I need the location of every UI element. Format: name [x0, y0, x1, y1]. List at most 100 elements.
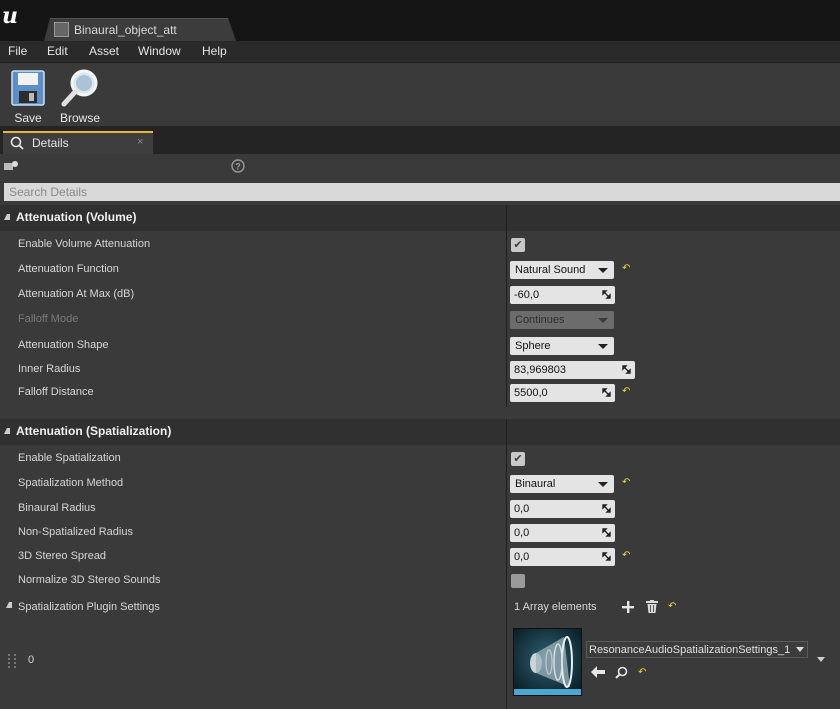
- row-3d-stereo-spread: 3D Stereo Spread 0,0 ↶: [0, 545, 840, 569]
- help-icon[interactable]: ?: [231, 159, 245, 173]
- reset-to-default-icon[interactable]: ↶: [622, 478, 630, 488]
- attenuation-shape-dropdown[interactable]: Sphere: [510, 337, 614, 355]
- drag-handle-icon[interactable]: [8, 654, 16, 668]
- add-element-icon[interactable]: [622, 601, 634, 613]
- category-collapse-icon: [4, 214, 10, 220]
- stereo-spread-field[interactable]: 0,0: [510, 548, 615, 566]
- field-value: 5500,0: [514, 387, 548, 399]
- binaural-radius-field[interactable]: 0,0: [510, 500, 615, 518]
- browse-magnifier-icon: [61, 69, 98, 107]
- category-title: Attenuation (Volume): [16, 210, 137, 224]
- drag-spin-icon[interactable]: [602, 504, 611, 513]
- menu-file[interactable]: File: [8, 44, 27, 58]
- enable-spatialization-checkbox[interactable]: ✔: [511, 452, 525, 466]
- row-attenuation-shape: Attenuation Shape Sphere: [0, 334, 840, 358]
- save-label: Save: [14, 111, 42, 125]
- inner-radius-field[interactable]: 83,969803: [510, 361, 635, 379]
- reset-to-default-icon[interactable]: ↶: [622, 551, 630, 561]
- spatialization-method-dropdown[interactable]: Binaural: [510, 475, 614, 493]
- dropdown-value: Binaural: [515, 478, 556, 490]
- property-label: Falloff Distance: [18, 386, 94, 398]
- array-count: 1 Array elements: [514, 601, 597, 613]
- drag-spin-icon[interactable]: [602, 388, 611, 397]
- menu-edit[interactable]: Edit: [47, 44, 68, 58]
- field-value: -60,0: [514, 289, 540, 301]
- property-label: Spatialization Method: [18, 477, 124, 489]
- browse-button[interactable]: Browse: [57, 67, 103, 125]
- menu-help[interactable]: Help: [202, 44, 227, 58]
- asset-picker-dropdown[interactable]: ResonanceAudioSpatializationSettings_1: [586, 641, 808, 658]
- sound-attenuation-icon: [54, 22, 69, 37]
- details-tab[interactable]: Details ×: [3, 131, 153, 154]
- reset-to-default-icon[interactable]: ↶: [638, 668, 646, 678]
- browse-to-asset-icon[interactable]: [615, 666, 628, 679]
- search-details-input[interactable]: Search Details: [4, 183, 840, 201]
- category-attenuation-spatialization[interactable]: Attenuation (Spatialization): [0, 419, 840, 445]
- field-value: 83,969803: [514, 364, 566, 376]
- enable-volume-attenuation-checkbox[interactable]: ✔: [511, 238, 525, 252]
- attenuation-function-dropdown[interactable]: Natural Sound: [510, 261, 614, 279]
- search-placeholder: Search Details: [9, 185, 88, 199]
- toolbar: Save Browse: [0, 62, 840, 127]
- property-matrix-icon[interactable]: [3, 159, 19, 173]
- dropdown-value: Continues: [515, 314, 565, 326]
- field-value: 0,0: [514, 503, 530, 515]
- trash-icon[interactable]: [646, 600, 658, 613]
- asset-tab[interactable]: Binaural_object_att: [44, 18, 236, 41]
- property-label: Spatialization Plugin Settings: [18, 601, 160, 613]
- property-label: Non-Spatialized Radius: [18, 526, 133, 538]
- row-falloff-distance: Falloff Distance 5500,0 ↶: [0, 381, 840, 405]
- row-attenuation-at-max: Attenuation At Max (dB) -60,0: [0, 283, 840, 307]
- row-enable-volume-attenuation: Enable Volume Attenuation ✔: [0, 233, 840, 257]
- browse-label: Browse: [59, 111, 100, 125]
- drag-spin-icon[interactable]: [602, 552, 611, 561]
- reset-to-default-icon[interactable]: ↶: [622, 387, 630, 397]
- reset-to-default-icon[interactable]: ↶: [622, 264, 630, 274]
- save-button[interactable]: Save: [5, 67, 51, 125]
- row-falloff-mode: Falloff Mode Continues: [0, 308, 840, 332]
- reset-to-default-icon[interactable]: ↶: [668, 602, 676, 612]
- title-bar: u Binaural_object_att: [0, 0, 840, 41]
- array-expand-icon[interactable]: [6, 602, 12, 608]
- chevron-down-icon: [598, 268, 608, 273]
- category-collapse-icon: [4, 428, 10, 434]
- chevron-down-icon[interactable]: [796, 647, 804, 652]
- row-non-spatialized-radius: Non-Spatialized Radius 0,0: [0, 521, 840, 545]
- unreal-logo-icon: u: [2, 3, 18, 29]
- normalize-3d-stereo-checkbox[interactable]: [511, 574, 525, 588]
- use-selected-arrow-icon[interactable]: [591, 666, 605, 678]
- row-inner-radius: Inner Radius 83,969803: [0, 358, 840, 382]
- asset-thumbnail[interactable]: [513, 628, 582, 696]
- category-title: Attenuation (Spatialization): [16, 424, 172, 438]
- drag-spin-icon[interactable]: [602, 290, 611, 299]
- attenuation-at-max-field[interactable]: -60,0: [510, 286, 615, 304]
- field-value: 0,0: [514, 551, 530, 563]
- property-label: Normalize 3D Stereo Sounds: [18, 574, 161, 586]
- array-element-row: 0: [0, 620, 840, 709]
- speaker-cone-icon: [514, 629, 581, 695]
- drag-spin-icon[interactable]: [602, 528, 611, 537]
- property-label: Attenuation Function: [18, 263, 119, 275]
- property-label: Falloff Mode: [18, 313, 79, 325]
- array-element-index: 0: [28, 654, 35, 666]
- property-label: Attenuation At Max (dB): [18, 288, 135, 300]
- row-spatialization-plugin-settings: Spatialization Plugin Settings 1 Array e…: [0, 594, 840, 620]
- drag-spin-icon[interactable]: [622, 365, 631, 374]
- details-tab-close-icon[interactable]: ×: [137, 136, 143, 148]
- row-attenuation-function: Attenuation Function Natural Sound ↶: [0, 258, 840, 282]
- menu-window[interactable]: Window: [138, 44, 181, 58]
- menu-bar: File Edit Asset Window Help: [0, 41, 840, 62]
- property-label: Attenuation Shape: [18, 339, 109, 351]
- non-spatialized-radius-field[interactable]: 0,0: [510, 524, 615, 542]
- dropdown-value: Sphere: [515, 340, 551, 352]
- expand-chevron-icon[interactable]: [817, 657, 825, 662]
- chevron-down-icon: [598, 344, 608, 349]
- falloff-distance-field[interactable]: 5500,0: [510, 384, 615, 402]
- svg-text:?: ?: [235, 162, 241, 172]
- field-value: 0,0: [514, 527, 530, 539]
- row-binaural-radius: Binaural Radius 0,0: [0, 497, 840, 521]
- property-label: 3D Stereo Spread: [18, 550, 107, 562]
- falloff-mode-dropdown: Continues: [510, 311, 614, 329]
- category-attenuation-volume[interactable]: Attenuation (Volume): [0, 205, 840, 231]
- menu-asset[interactable]: Asset: [89, 44, 119, 58]
